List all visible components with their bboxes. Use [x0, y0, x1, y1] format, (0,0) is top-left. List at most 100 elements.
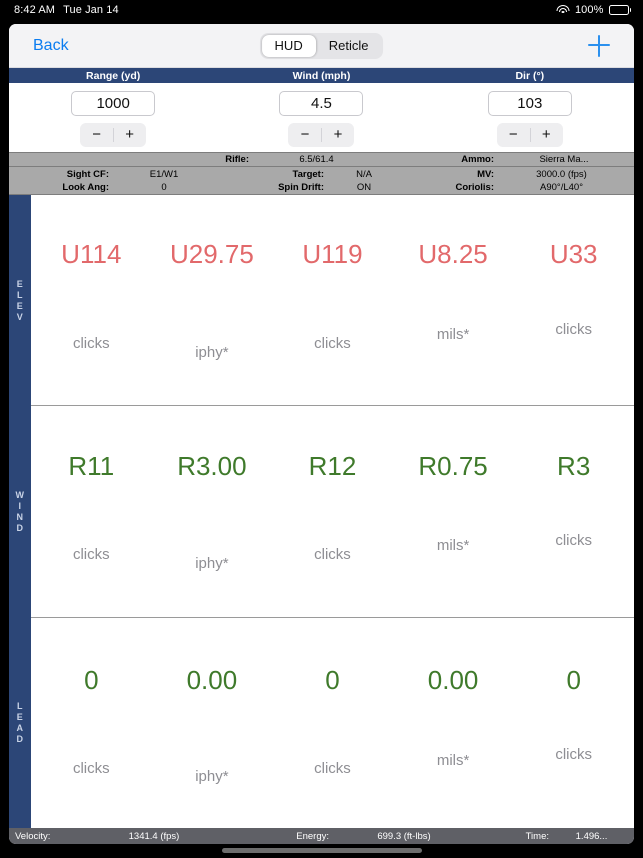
info-bar-details: Sight CF: E1/W1 Target: N/A MV: 3000.0 (…	[9, 167, 634, 195]
time-value: 1.496...	[575, 830, 608, 842]
hud-cell-lead-5[interactable]: 0 clicks	[513, 618, 634, 828]
sight-cf-label: Sight CF:	[66, 168, 109, 180]
hud-value: 0	[84, 664, 99, 695]
hud-cell-lead-3[interactable]: 0 clicks	[272, 618, 393, 828]
info-row-2: Look Ang: 0 Spin Drift: ON Coriolis: A90…	[9, 181, 634, 194]
column-header-range: Range (yd)	[86, 69, 141, 82]
tab-reticle[interactable]: Reticle	[316, 35, 382, 57]
rifle-label: Rifle:	[225, 154, 249, 165]
rifle-value: 6.5/61.4	[299, 154, 334, 165]
energy-label: Energy:	[296, 830, 329, 842]
spin-drift-label: Spin Drift:	[278, 181, 324, 193]
hud-unit: clicks	[72, 546, 110, 564]
dir-input-group: 103 − +	[426, 91, 634, 152]
rail-label-elev: ELEV	[9, 195, 31, 406]
hud-cell-elev-2[interactable]: U29.75 iphy*	[152, 195, 273, 405]
stepper-divider	[113, 128, 115, 142]
hud-value: U8.25	[418, 239, 488, 269]
hud-unit: clicks	[72, 759, 110, 777]
column-header-dir: Dir (°)	[515, 69, 545, 82]
hud-cell-lead-4[interactable]: 0.00 mils*	[393, 618, 514, 828]
ammo-label: Ammo:	[461, 154, 494, 165]
view-mode-segmented-control[interactable]: HUD Reticle	[259, 32, 384, 59]
hud-row-elev: U114 clicks U29.75 iphy* U119 clicks U8.…	[31, 195, 634, 407]
hud-value: R0.75	[418, 451, 488, 482]
hud-row-lead: 0 clicks 0.00 iphy* 0 clicks 0.00 mils*	[31, 618, 634, 828]
time-label: Time:	[525, 830, 549, 842]
hud-cell-lead-2[interactable]: 0.00 iphy*	[152, 618, 273, 828]
hud-unit: clicks	[555, 745, 592, 763]
target-label: Target:	[292, 168, 325, 180]
hud-cell-wind-2[interactable]: R3.00 iphy*	[152, 406, 273, 616]
hud-value: R3.00	[177, 451, 247, 482]
target-value: N/A	[356, 168, 372, 180]
hud-cell-wind-5[interactable]: R3 clicks	[513, 406, 634, 616]
hud-cell-lead-1[interactable]: 0 clicks	[31, 618, 152, 828]
stepper-divider	[321, 128, 323, 142]
coriolis-value: A90°/L40°	[540, 181, 583, 193]
battery-icon	[608, 5, 631, 15]
status-bar-right: 100%	[556, 4, 631, 16]
home-indicator[interactable]	[221, 848, 422, 853]
rail-label-wind: WIND	[9, 406, 31, 617]
hud-cell-elev-4[interactable]: U8.25 mils*	[393, 195, 514, 405]
dir-increment-button[interactable]: +	[530, 124, 563, 146]
hud-cell-elev-1[interactable]: U114 clicks	[31, 195, 152, 405]
hud-cell-elev-3[interactable]: U119 clicks	[272, 195, 393, 405]
tab-hud[interactable]: HUD	[261, 34, 316, 57]
hud-cell-wind-4[interactable]: R0.75 mils*	[393, 406, 514, 616]
plus-icon[interactable]	[588, 34, 610, 57]
hud-value: R12	[308, 451, 357, 482]
hud-unit: clicks	[314, 759, 351, 777]
dir-input[interactable]: 103	[487, 91, 572, 116]
hud-unit: mils*	[436, 326, 470, 343]
ammo-value: Sierra Ma...	[539, 154, 589, 165]
app-window: Back HUD Reticle Range (yd) Wind (mph) D…	[9, 24, 634, 844]
hud-row-wind: R11 clicks R3.00 iphy* R12 clicks R0.75 …	[31, 406, 634, 618]
bottom-status-bar: Velocity: 1341.4 (fps) Energy: 699.3 (ft…	[9, 828, 634, 844]
rail-label-lead-text: LEAD	[16, 700, 24, 744]
status-bar-date: Tue Jan 14	[63, 4, 119, 16]
status-bar-time: 8:42 AM	[14, 4, 56, 16]
coriolis-label: Coriolis:	[455, 181, 494, 193]
column-header-wind: Wind (mph)	[292, 69, 351, 82]
hud-value: U119	[302, 239, 363, 269]
hud-value: 0	[325, 664, 340, 695]
hud-cell-elev-5[interactable]: U33 clicks	[513, 195, 634, 405]
spin-drift-value: ON	[356, 181, 372, 193]
hud-unit: clicks	[72, 335, 110, 352]
ipad-screen: 8:42 AM Tue Jan 14 100% Back HUD Reticle…	[0, 0, 643, 858]
inputs-row: 1000 − + 4.5 − + 103 − +	[9, 83, 634, 152]
dir-stepper[interactable]: − +	[496, 123, 563, 147]
rail-label-wind-text: WIND	[15, 489, 25, 533]
hud-value: R11	[68, 451, 115, 482]
hud-value: U114	[61, 239, 122, 269]
rail-label-elev-text: ELEV	[16, 278, 24, 322]
wind-decrement-button[interactable]: −	[288, 124, 321, 146]
dir-decrement-button[interactable]: −	[497, 124, 530, 146]
hud-value: U29.75	[169, 239, 254, 269]
wind-stepper[interactable]: − +	[288, 123, 355, 147]
range-stepper[interactable]: − +	[80, 123, 147, 147]
wind-input[interactable]: 4.5	[279, 91, 364, 116]
back-button[interactable]: Back	[33, 37, 69, 55]
wind-increment-button[interactable]: +	[321, 124, 354, 146]
hud-rows: U114 clicks U29.75 iphy* U119 clicks U8.…	[31, 195, 634, 828]
navigation-bar: Back HUD Reticle	[9, 24, 634, 68]
wifi-icon	[556, 5, 570, 15]
hud-side-rail: ELEV WIND LEAD	[9, 195, 31, 828]
hud-value: U33	[549, 239, 598, 269]
hud-cell-wind-1[interactable]: R11 clicks	[31, 406, 152, 616]
info-bar-rifle-ammo: Rifle: 6.5/61.4 Ammo: Sierra Ma...	[9, 152, 634, 167]
hud-unit: clicks	[555, 321, 592, 338]
range-increment-button[interactable]: +	[113, 124, 146, 146]
hud-cell-wind-3[interactable]: R12 clicks	[272, 406, 393, 616]
range-decrement-button[interactable]: −	[80, 124, 113, 146]
wind-input-group: 4.5 − +	[217, 91, 425, 152]
look-ang-value: 0	[161, 181, 167, 193]
battery-percent-label: 100%	[574, 4, 604, 16]
velocity-value: 1341.4 (fps)	[128, 830, 180, 842]
look-ang-label: Look Ang:	[62, 181, 109, 193]
mv-value: 3000.0 (fps)	[536, 168, 587, 180]
range-input[interactable]: 1000	[71, 91, 156, 116]
